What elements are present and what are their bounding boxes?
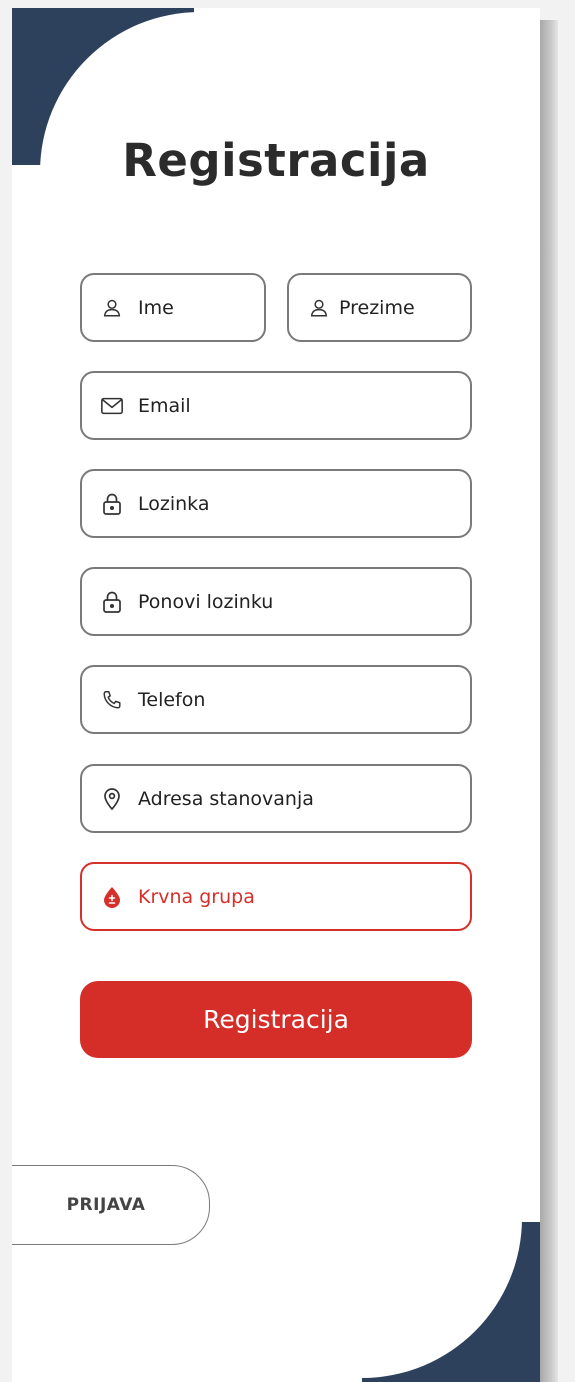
register-button[interactable]: Registracija bbox=[80, 981, 472, 1058]
repeat-password-field[interactable]: Ponovi lozinku bbox=[80, 567, 472, 636]
bottom-right-decoration-curve bbox=[202, 1058, 522, 1378]
blood-drop-icon bbox=[100, 885, 124, 909]
screen: Registracija Ime Prezime Email Lozinka P… bbox=[0, 0, 575, 1382]
registration-card: Registracija Ime Prezime Email Lozinka P… bbox=[12, 8, 540, 1382]
last-name-field[interactable]: Prezime bbox=[287, 273, 472, 342]
first-name-field[interactable]: Ime bbox=[80, 273, 266, 342]
address-placeholder: Adresa stanovanja bbox=[138, 787, 314, 810]
page-title: Registracija bbox=[122, 134, 430, 187]
mail-icon bbox=[100, 394, 124, 418]
side-shadow bbox=[540, 20, 558, 1382]
user-icon bbox=[307, 296, 331, 320]
blood-group-placeholder: Krvna grupa bbox=[138, 885, 255, 908]
blood-group-field[interactable]: Krvna grupa bbox=[80, 862, 472, 931]
password-placeholder: Lozinka bbox=[138, 492, 210, 515]
location-pin-icon bbox=[100, 787, 124, 811]
phone-placeholder: Telefon bbox=[138, 688, 206, 711]
user-icon bbox=[100, 296, 124, 320]
password-field[interactable]: Lozinka bbox=[80, 469, 472, 538]
lock-icon bbox=[100, 590, 124, 614]
last-name-placeholder: Prezime bbox=[339, 296, 415, 319]
email-placeholder: Email bbox=[138, 394, 191, 417]
lock-icon bbox=[100, 492, 124, 516]
address-field[interactable]: Adresa stanovanja bbox=[80, 764, 472, 833]
first-name-placeholder: Ime bbox=[138, 296, 174, 319]
phone-icon bbox=[100, 688, 124, 712]
phone-field[interactable]: Telefon bbox=[80, 665, 472, 734]
repeat-password-placeholder: Ponovi lozinku bbox=[138, 590, 274, 613]
login-tab-label: PRIJAVA bbox=[66, 1195, 146, 1215]
login-tab-button[interactable]: PRIJAVA bbox=[12, 1165, 210, 1245]
email-field[interactable]: Email bbox=[80, 371, 472, 440]
